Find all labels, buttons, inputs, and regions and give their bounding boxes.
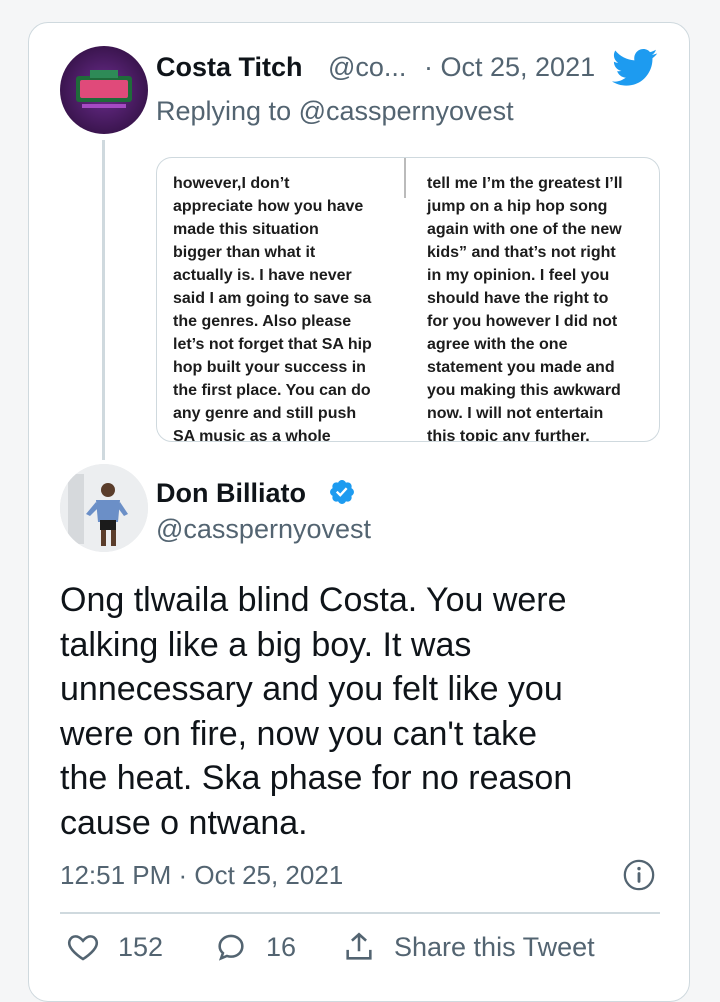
verified-badge-icon	[330, 480, 354, 504]
share-icon	[346, 932, 372, 960]
avatar-don-billiato[interactable]	[60, 464, 148, 552]
statement-left-column: however,I don’t appreciate how you have …	[173, 172, 403, 442]
tweet-date[interactable]: · Oct 25, 2021	[424, 52, 595, 83]
author-handle[interactable]: @casspernyovest	[156, 514, 371, 545]
author-handle[interactable]: @co...	[328, 52, 406, 83]
statement-left-text: however,I don’t appreciate how you have …	[173, 175, 372, 442]
share-button[interactable]: Share this Tweet	[342, 930, 595, 964]
reply-count: 16	[266, 931, 297, 962]
tweet-text: Ong tlwaila blind Costa. You were talkin…	[60, 581, 573, 842]
action-divider	[60, 912, 660, 914]
tweet-timestamp[interactable]: 12:51 PM · Oct 25, 2021	[60, 860, 343, 891]
like-count: 152	[118, 931, 164, 962]
reply-icon	[218, 934, 244, 961]
statement-right-column: tell me I’m the greatest I’ll jump on a …	[427, 172, 657, 442]
statement-column-divider	[404, 158, 406, 198]
like-button[interactable]: 152	[66, 930, 163, 964]
author-name[interactable]: Don Billiato	[156, 478, 306, 509]
heart-icon	[67, 935, 99, 961]
info-icon[interactable]	[622, 858, 656, 892]
reply-button[interactable]: 16	[214, 930, 296, 964]
avatar-costa-titch[interactable]	[60, 46, 148, 134]
share-label: Share this Tweet	[394, 931, 595, 962]
twitter-bird-icon[interactable]	[612, 48, 658, 88]
thread-connector	[102, 140, 105, 460]
statement-screenshot[interactable]: however,I don’t appreciate how you have …	[156, 157, 660, 442]
statement-right-text: tell me I’m the greatest I’ll jump on a …	[427, 175, 623, 442]
author-name[interactable]: Costa Titch	[156, 52, 303, 83]
replying-to[interactable]: Replying to @casspernyovest	[156, 96, 514, 127]
